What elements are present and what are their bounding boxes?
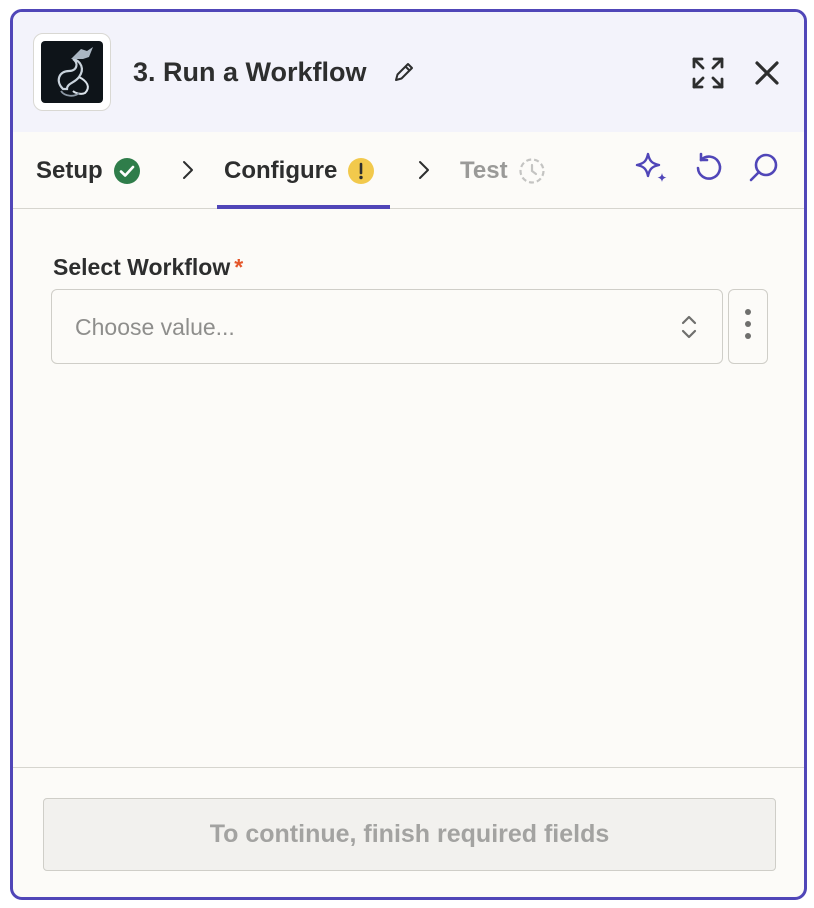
continue-button[interactable]: To continue, finish required fields [43, 798, 776, 871]
step-title: 3. Run a Workflow [133, 57, 367, 88]
tab-label: Setup [36, 159, 103, 183]
ai-assist-button[interactable] [632, 150, 672, 190]
tab-label: Test [460, 159, 508, 183]
select-placeholder: Choose value... [75, 314, 235, 341]
vertical-dots-icon [744, 308, 752, 345]
tab-configure[interactable]: Configure [224, 132, 375, 209]
expand-button[interactable] [689, 56, 727, 94]
check-circle-icon [113, 157, 141, 185]
step-tabs: Setup Configure [13, 132, 804, 209]
tab-setup[interactable]: Setup [36, 132, 141, 209]
close-button[interactable] [748, 56, 786, 94]
sparkle-icon [634, 150, 670, 191]
search-icon [747, 151, 781, 190]
select-workflow-label: Select Workflow* [53, 254, 243, 281]
tab-label: Configure [224, 159, 337, 183]
app-logo [33, 33, 111, 111]
chevron-right-icon [177, 158, 199, 182]
refresh-icon [692, 151, 726, 190]
search-button[interactable] [744, 150, 784, 190]
refresh-button[interactable] [689, 150, 729, 190]
clock-dashed-icon [518, 157, 546, 185]
expand-icon [691, 56, 725, 95]
required-marker: * [234, 254, 243, 280]
footer-divider [13, 767, 804, 768]
step-panel: 3. Run a Workflow [10, 9, 807, 900]
active-tab-indicator [217, 205, 390, 209]
field-label-text: Select Workflow [53, 254, 230, 280]
close-icon [754, 60, 780, 91]
chevron-up-down-icon [680, 313, 698, 341]
pencil-icon[interactable] [391, 59, 417, 85]
exclamation-circle-icon [347, 157, 375, 185]
chevron-right-icon [413, 158, 435, 182]
field-options-button[interactable] [728, 289, 768, 364]
tab-test[interactable]: Test [460, 132, 546, 209]
dragon-logo-icon [41, 41, 103, 103]
panel-header: 3. Run a Workflow [13, 12, 804, 132]
workflow-select[interactable]: Choose value... [51, 289, 723, 364]
